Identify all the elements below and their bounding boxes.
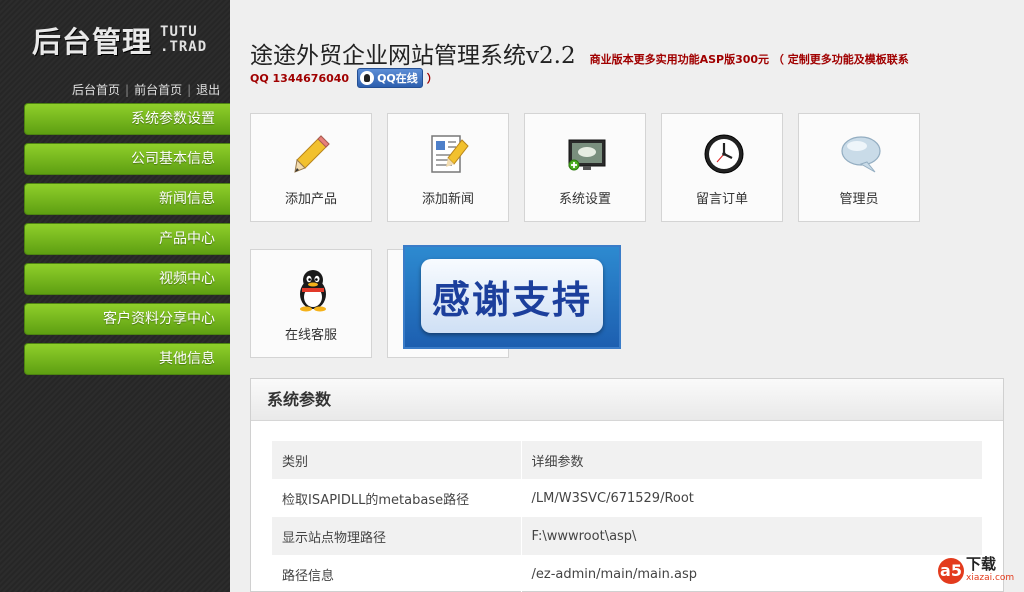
main-content: 途途外贸企业网站管理系统v2.2 商业版本更多实用功能ASP版300元 （ 定制… — [230, 0, 1024, 592]
sidebar-item-news[interactable]: 新闻信息 — [24, 183, 230, 215]
header: 途途外贸企业网站管理系统v2.2 商业版本更多实用功能ASP版300元 （ 定制… — [250, 36, 1020, 70]
tile-add-news[interactable]: 添加新闻 — [387, 113, 509, 222]
sidebar-item-products[interactable]: 产品中心 — [24, 223, 230, 255]
logout-link[interactable]: 退出 — [196, 81, 220, 98]
table-cell: 显示站点物理路径 — [272, 517, 522, 555]
tile-label: 添加产品 — [284, 192, 337, 207]
logo-main-text: 后台管理 — [32, 25, 153, 59]
qq-icon — [360, 71, 375, 85]
qq-penguin-icon — [300, 270, 326, 312]
logo-sub-text: TUTU .TRAD — [160, 25, 207, 55]
table-cell: /LM/W3SVC/671529/Root — [531, 490, 694, 506]
tile-label: 系统设置 — [558, 192, 611, 207]
table-cell: F:\wwwroot\asp\ — [521, 517, 982, 555]
link-separator: | — [187, 82, 192, 97]
monitor-icon — [568, 139, 606, 171]
table-cell: 检取ISAPIDLL的metabase路径 — [272, 479, 522, 517]
qq-online-button[interactable]: QQ在线 — [357, 68, 423, 88]
table-row: 检取ISAPIDLL的metabase路径 /LM/W3SVC/671529/R… — [272, 479, 982, 517]
page-title: 途途外贸企业网站管理系统v2.2 — [250, 43, 576, 69]
logo: 后台管理 TUTU .TRAD — [32, 20, 207, 60]
tile-online-service[interactable]: 在线客服 — [250, 249, 372, 358]
tile-label: 添加新闻 — [421, 192, 474, 207]
logo-sub-line1: TUTU — [160, 24, 198, 40]
watermark: a5 下载 xiazai.com — [938, 555, 1020, 587]
logo-sub-line2: .TRAD — [160, 39, 208, 55]
tile-label: 留言订单 — [695, 192, 748, 207]
table-header-row: 类别 详细参数 — [272, 441, 982, 479]
sidebar-item-company-info[interactable]: 公司基本信息 — [24, 143, 230, 175]
watermark-url: xiazai.com — [966, 573, 1015, 583]
tile-admin[interactable]: 管理员 — [798, 113, 920, 222]
system-params-panel: 系统参数 类别 详细参数 检取ISAPIDLL的metabase路径 /LM/W… — [250, 378, 1004, 592]
tile-label: 在线客服 — [284, 328, 337, 343]
table-row: 路径信息 /ez-admin/main/main.asp — [272, 555, 982, 592]
thanks-banner: 感谢支持 — [403, 245, 621, 349]
tile-add-product[interactable]: 添加产品 — [250, 113, 372, 222]
params-table: 类别 详细参数 检取ISAPIDLL的metabase路径 /LM/W3SVC/… — [272, 441, 982, 592]
table-cell: 路径信息 — [272, 555, 522, 592]
sidebar-item-videos[interactable]: 视频中心 — [24, 263, 230, 295]
admin-home-link[interactable]: 后台首页 — [72, 81, 120, 98]
tile-label: 管理员 — [839, 192, 879, 207]
column-header: 详细参数 — [521, 441, 982, 479]
tile-system-settings[interactable]: 系统设置 — [524, 113, 646, 222]
sidebar-item-other[interactable]: 其他信息 — [24, 343, 230, 375]
watermark-cn: 下载 — [966, 555, 997, 573]
clock-icon — [704, 134, 744, 174]
banner-text: 感谢支持 — [421, 259, 603, 333]
top-links: 后台首页 | 前台首页 | 退出 — [72, 81, 220, 98]
table-cell: /ez-admin/main/main.asp — [531, 566, 697, 582]
sidebar-item-client-share[interactable]: 客户资料分享中心 — [24, 303, 230, 335]
column-header: 类别 — [272, 441, 522, 479]
promo-text: 商业版本更多实用功能ASP版300元 （ 定制更多功能及模板联系 — [589, 53, 909, 66]
watermark-text: 下载 xiazai.com — [966, 557, 1014, 585]
sidebar-menu: 系统参数设置 公司基本信息 新闻信息 产品中心 视频中心 客户资料分享中心 其他… — [24, 103, 230, 383]
sidebar-item-system-params[interactable]: 系统参数设置 — [24, 103, 230, 135]
pencil-icon — [294, 135, 330, 173]
promo-contact: QQ 1344676040 QQ在线 ） — [250, 68, 438, 88]
news-icon — [431, 135, 469, 173]
watermark-badge: a5 — [938, 558, 964, 584]
promo-close-paren: ） — [426, 72, 438, 85]
link-separator: | — [125, 82, 130, 97]
qq-number: QQ 1344676040 — [250, 71, 350, 85]
table-row: 显示站点物理路径 F:\wwwroot\asp\ — [272, 517, 982, 555]
tile-messages-orders[interactable]: 留言订单 — [661, 113, 783, 222]
sidebar: 后台管理 TUTU .TRAD 后台首页 | 前台首页 | 退出 系统参数设置 … — [0, 0, 230, 592]
qq-button-label: QQ在线 — [377, 72, 418, 85]
chat-bubble-icon — [841, 136, 881, 173]
panel-title: 系统参数 — [251, 379, 1003, 421]
front-home-link[interactable]: 前台首页 — [134, 81, 182, 98]
